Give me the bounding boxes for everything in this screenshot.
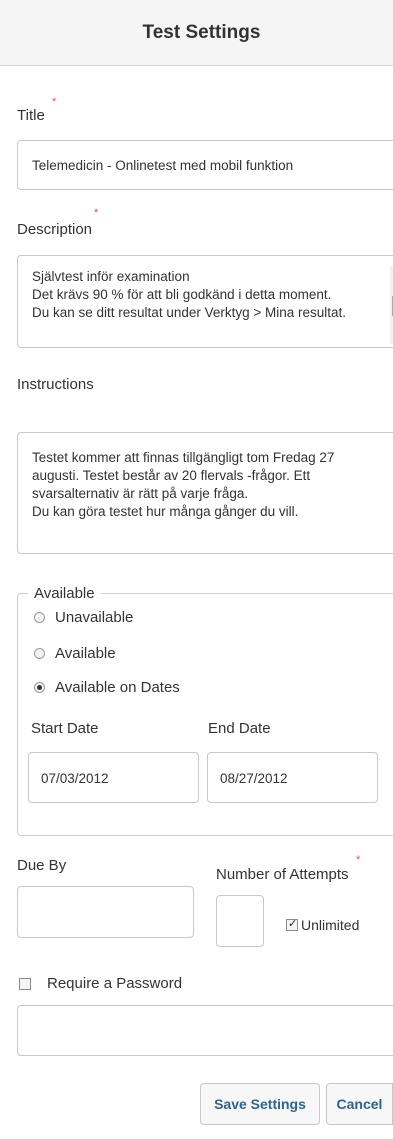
- require-password-option[interactable]: Require a Password: [19, 975, 182, 992]
- radio-unavailable-circle[interactable]: [34, 612, 45, 623]
- description-label: Description: [17, 221, 93, 238]
- instructions-label: Instructions: [17, 376, 94, 393]
- description-text: Självtest inför examination Det krävs 90…: [32, 269, 347, 320]
- attempts-input[interactable]: [216, 895, 264, 947]
- end-date-label: End Date: [208, 720, 271, 737]
- due-by-label: Due By: [17, 857, 67, 874]
- require-password-label: Require a Password: [47, 975, 183, 992]
- description-textarea[interactable]: Självtest inför examination Det krävs 90…: [17, 255, 393, 348]
- radio-available-on-dates[interactable]: Available on Dates: [34, 679, 180, 696]
- unlimited-checkbox[interactable]: [286, 917, 298, 931]
- end-date-input[interactable]: 08/27/2012: [207, 752, 378, 803]
- attempts-required-mark: *: [356, 854, 361, 866]
- start-date-label: Start Date: [31, 720, 99, 737]
- title-required-mark: *: [52, 96, 57, 108]
- radio-unavailable-label: Unavailable: [55, 609, 134, 626]
- radio-available-label: Available: [55, 645, 116, 662]
- title-input[interactable]: Telemedicin - Onlinetest med mobil funkt…: [17, 140, 393, 190]
- page-header: Test Settings: [0, 0, 393, 66]
- radio-available-on-dates-label: Available on Dates: [55, 679, 180, 696]
- title-label: Title: [17, 107, 45, 124]
- radio-unavailable[interactable]: Unavailable: [34, 609, 133, 626]
- availability-legend: Available: [34, 585, 95, 602]
- radio-available-on-dates-circle[interactable]: [34, 682, 45, 693]
- due-by-input[interactable]: [17, 886, 194, 938]
- cancel-button[interactable]: Cancel: [326, 1083, 393, 1125]
- start-date-input[interactable]: 07/03/2012: [28, 752, 199, 803]
- unlimited-option[interactable]: Unlimited: [286, 917, 359, 933]
- password-input[interactable]: [17, 1005, 393, 1056]
- require-password-checkbox[interactable]: [19, 977, 31, 990]
- radio-available-circle[interactable]: [34, 648, 45, 659]
- instructions-text: Testet kommer att finnas tillgängligt to…: [32, 450, 335, 519]
- end-date-value: 08/27/2012: [220, 771, 288, 786]
- description-required-mark: *: [94, 207, 99, 219]
- unlimited-label: Unlimited: [301, 917, 360, 933]
- instructions-textarea[interactable]: Testet kommer att finnas tillgängligt to…: [17, 432, 393, 554]
- attempts-label: Number of Attempts: [216, 866, 349, 883]
- save-settings-button[interactable]: Save Settings: [200, 1083, 320, 1125]
- title-input-value: Telemedicin - Onlinetest med mobil funkt…: [32, 158, 294, 173]
- page-title: Test Settings: [142, 21, 261, 43]
- radio-available[interactable]: Available: [34, 645, 116, 662]
- start-date-value: 07/03/2012: [41, 771, 109, 786]
